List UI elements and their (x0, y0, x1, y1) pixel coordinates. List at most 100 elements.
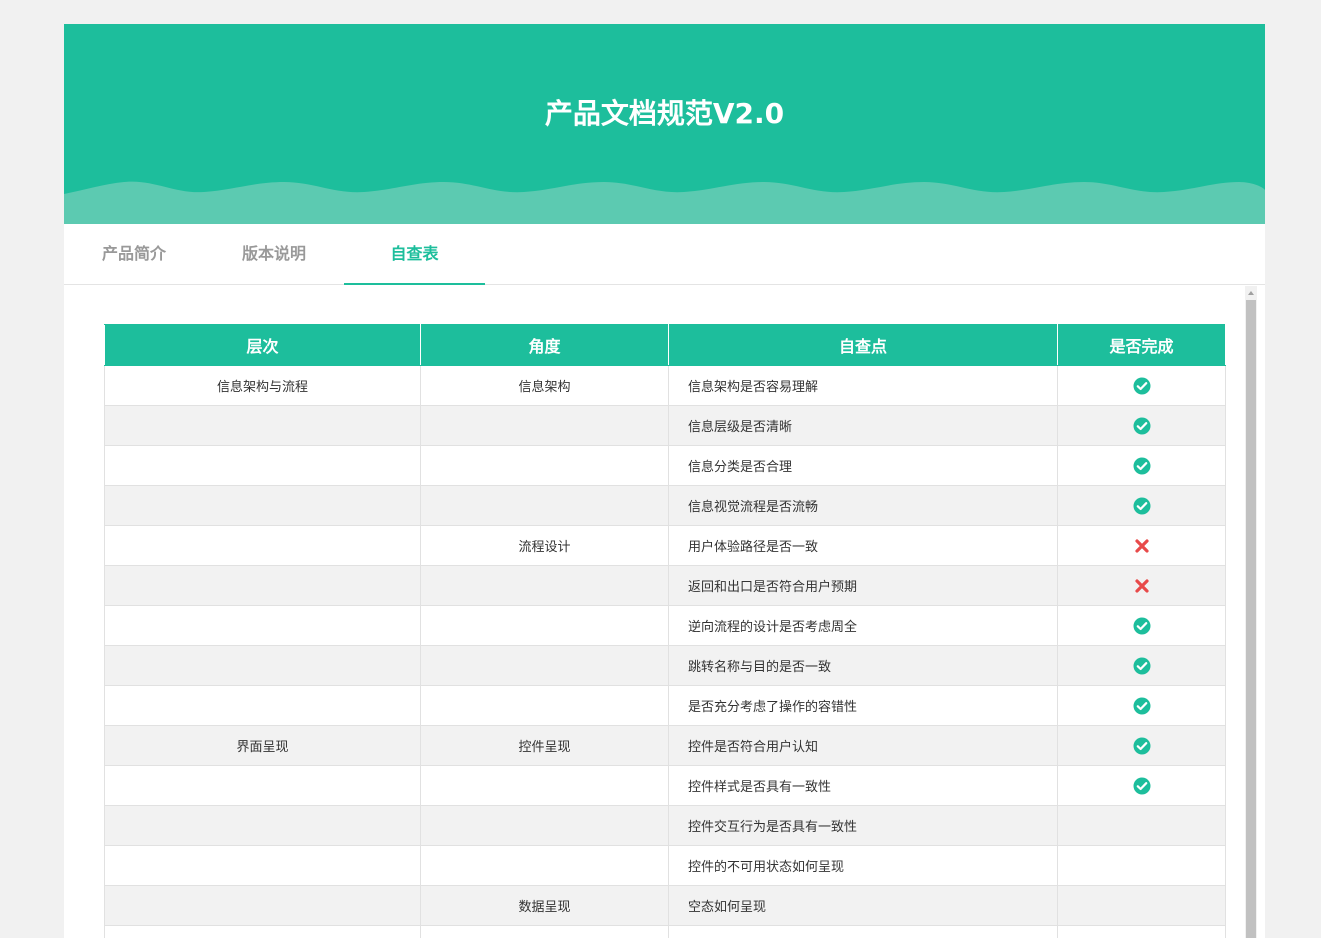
table-row: 信息视觉流程是否流畅 (104, 485, 1226, 526)
cell-angle (420, 645, 669, 686)
cell-angle (420, 805, 669, 846)
cell-completed (1057, 765, 1226, 806)
cell-checkpoint: 控件的不可用状态如何呈现 (668, 845, 1058, 886)
cross-icon (1134, 538, 1149, 553)
cell-checkpoint: 用户体验路径是否一致 (668, 525, 1058, 566)
cell-checkpoint: 空态如何呈现 (668, 885, 1058, 926)
cell-checkpoint: 返回和出口是否符合用户预期 (668, 565, 1058, 606)
cell-completed (1057, 885, 1226, 926)
cell-angle: 控件呈现 (420, 725, 669, 766)
cell-completed (1057, 565, 1226, 606)
scrollbar-thumb[interactable] (1246, 300, 1256, 938)
cell-level (104, 405, 421, 446)
column-header-level: 层次 (104, 324, 421, 366)
table-row: 逆向流程的设计是否考虑周全 (104, 605, 1226, 646)
cell-level (104, 565, 421, 606)
check-circle-icon (1133, 777, 1150, 794)
cell-angle (420, 405, 669, 446)
check-circle-icon (1133, 657, 1150, 674)
cell-level (104, 485, 421, 526)
column-header-completed: 是否完成 (1057, 324, 1226, 366)
check-circle-icon (1133, 697, 1150, 714)
vertical-scrollbar[interactable] (1245, 286, 1257, 938)
table-row: 信息架构与流程 信息架构 信息架构是否容易理解 (104, 365, 1226, 406)
table-row: 数据呈现 空态如何呈现 (104, 885, 1226, 926)
cell-checkpoint: 信息架构是否容易理解 (668, 365, 1058, 406)
cell-angle (420, 565, 669, 606)
check-circle-icon (1133, 377, 1150, 394)
column-header-angle: 角度 (420, 324, 669, 366)
table-row: 控件交互行为是否具有一致性 (104, 805, 1226, 846)
table-row: 流程设计 用户体验路径是否一致 (104, 525, 1226, 566)
cell-level (104, 805, 421, 846)
cell-checkpoint: 是否充分考虑了操作的容错性 (668, 685, 1058, 726)
document-page: 产品文档规范V2.0 产品简介 版本说明 自查表 层次 角度 自查点 是否完成 (64, 24, 1265, 938)
cell-level (104, 885, 421, 926)
cell-completed (1057, 445, 1226, 486)
tab-product-intro[interactable]: 产品简介 (64, 224, 204, 284)
page-title: 产品文档规范V2.0 (544, 97, 785, 130)
scroll-up-arrow-icon[interactable] (1245, 286, 1257, 300)
cell-level: 信息架构与流程 (104, 365, 421, 406)
cell-checkpoint: 信息层级是否清晰 (668, 405, 1058, 446)
table-row: 控件的不可用状态如何呈现 (104, 845, 1226, 886)
cell-completed (1057, 525, 1226, 566)
table-header-row: 层次 角度 自查点 是否完成 (104, 324, 1226, 366)
cell-level (104, 645, 421, 686)
cell-checkpoint: 信息分类是否合理 (668, 445, 1058, 486)
cell-completed (1057, 925, 1226, 938)
wave-decoration (64, 181, 1265, 224)
cell-checkpoint: 控件样式是否具有一致性 (668, 765, 1058, 806)
column-header-checkpoint: 自查点 (668, 324, 1058, 366)
cell-level: 界面呈现 (104, 725, 421, 766)
check-circle-icon (1133, 497, 1150, 514)
cell-angle (420, 845, 669, 886)
cell-level (104, 525, 421, 566)
cell-completed (1057, 645, 1226, 686)
tab-bar: 产品简介 版本说明 自查表 (64, 224, 1265, 285)
table-row: 信息层级是否清晰 (104, 405, 1226, 446)
cell-checkpoint: 跳转名称与目的是否一致 (668, 645, 1058, 686)
cell-angle (420, 685, 669, 726)
cell-angle (420, 925, 669, 938)
cell-completed (1057, 845, 1226, 886)
cell-angle (420, 605, 669, 646)
cell-level (104, 925, 421, 938)
check-circle-icon (1133, 737, 1150, 754)
cell-level (104, 685, 421, 726)
table-row: 信息分类是否合理 (104, 445, 1226, 486)
tab-version-notes[interactable]: 版本说明 (204, 224, 344, 284)
cell-angle (420, 485, 669, 526)
cell-level (104, 445, 421, 486)
cell-checkpoint: 信息视觉流程是否流畅 (668, 485, 1058, 526)
checklist-table: 层次 角度 自查点 是否完成 信息架构与流程 信息架构 信息架构是否容易理解 信息层级… (104, 324, 1226, 938)
table-row (104, 925, 1226, 938)
cell-angle: 信息架构 (420, 365, 669, 406)
cell-checkpoint (668, 925, 1058, 938)
check-circle-icon (1133, 417, 1150, 434)
cell-completed (1057, 805, 1226, 846)
cell-completed (1057, 485, 1226, 526)
tab-checklist[interactable]: 自查表 (344, 224, 485, 284)
cell-checkpoint: 逆向流程的设计是否考虑周全 (668, 605, 1058, 646)
table-row: 返回和出口是否符合用户预期 (104, 565, 1226, 606)
cell-checkpoint: 控件交互行为是否具有一致性 (668, 805, 1058, 846)
cell-completed (1057, 605, 1226, 646)
table-row: 界面呈现 控件呈现 控件是否符合用户认知 (104, 725, 1226, 766)
cell-completed (1057, 405, 1226, 446)
cell-level (104, 605, 421, 646)
cell-angle: 流程设计 (420, 525, 669, 566)
table-row: 是否充分考虑了操作的容错性 (104, 685, 1226, 726)
cell-completed (1057, 365, 1226, 406)
cell-angle (420, 445, 669, 486)
cell-completed (1057, 685, 1226, 726)
header-banner: 产品文档规范V2.0 (64, 24, 1265, 224)
cell-angle: 数据呈现 (420, 885, 669, 926)
check-circle-icon (1133, 617, 1150, 634)
cell-checkpoint: 控件是否符合用户认知 (668, 725, 1058, 766)
cell-completed (1057, 725, 1226, 766)
table-body: 信息架构与流程 信息架构 信息架构是否容易理解 信息层级是否清晰 信息分类是否合理 信息视… (104, 365, 1226, 938)
cross-icon (1134, 578, 1149, 593)
table-row: 控件样式是否具有一致性 (104, 765, 1226, 806)
table-row: 跳转名称与目的是否一致 (104, 645, 1226, 686)
